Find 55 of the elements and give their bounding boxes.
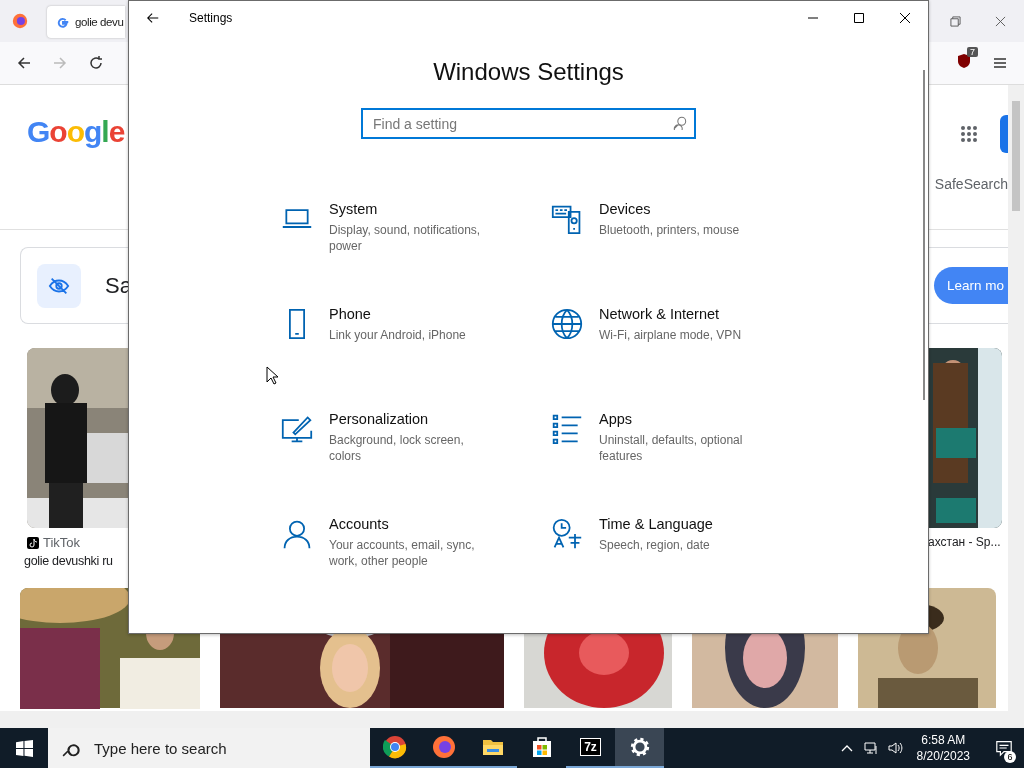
learn-more-button[interactable]: Learn mo <box>934 267 1008 304</box>
result-title[interactable]: golie devushki ru <box>24 554 113 568</box>
notification-badge: 6 <box>1004 751 1016 763</box>
restore-icon[interactable] <box>950 15 961 27</box>
safesearch-label[interactable]: SafeSearch <box>934 176 1008 192</box>
source-label: TikTok <box>43 535 81 550</box>
volume-icon[interactable] <box>886 740 903 756</box>
gear-icon <box>628 736 651 758</box>
apps-grid-icon[interactable] <box>960 125 978 143</box>
app-logo: 7z <box>580 738 601 756</box>
globe-icon <box>551 308 583 340</box>
settings-category[interactable]: Personalization Background, lock screen, colors <box>281 411 551 516</box>
firefox-icon <box>431 735 456 759</box>
google-icon <box>56 15 70 29</box>
settings-category[interactable]: Apps Uninstall, defaults, optional features <box>551 411 821 516</box>
horizontal-scrollbar[interactable] <box>0 711 1024 728</box>
eye-off-icon <box>37 263 81 308</box>
tiktok-icon <box>27 536 39 549</box>
settings-category[interactable]: Devices Bluetooth, printers, mouse <box>551 201 821 306</box>
back-icon[interactable] <box>146 10 160 25</box>
search-icon <box>673 116 687 130</box>
clock-lines-icon <box>551 518 583 550</box>
person-icon <box>281 518 313 550</box>
settings-category[interactable]: Accounts Your accounts, email, sync, work, other people <box>281 516 551 621</box>
scrollbar[interactable] <box>1008 85 1024 711</box>
search-field[interactable]: Find a setting <box>361 108 696 139</box>
windows-logo-icon <box>15 739 33 757</box>
reload-icon[interactable] <box>88 55 104 71</box>
browser-tab[interactable]: golie devu <box>47 6 125 38</box>
sign-in-button[interactable] <box>1000 115 1008 153</box>
window-title: Settings <box>189 10 233 25</box>
clock[interactable]: 6:58 AM 8/20/2023 <box>916 732 970 764</box>
settings-category[interactable]: Time & Language Speech, region, date <box>551 516 821 621</box>
close-icon[interactable] <box>995 15 1006 27</box>
list-icon <box>551 413 583 445</box>
shield-icon[interactable] <box>956 53 972 69</box>
back-icon[interactable] <box>16 55 32 71</box>
search-field[interactable]: Type here to search <box>48 728 370 768</box>
maximize-icon <box>853 11 865 24</box>
page-heading: Windows Settings <box>432 58 625 86</box>
network-icon[interactable] <box>862 740 879 756</box>
result-title[interactable]: ахстан - Sp... <box>928 535 1008 549</box>
taskbar-button[interactable] <box>615 728 664 768</box>
keyboard-speaker-icon <box>551 203 583 235</box>
google-logo[interactable]: Google <box>27 115 125 151</box>
monitor-brush-icon <box>281 413 313 445</box>
settings-category[interactable]: System Display, sound, notifications, power <box>281 201 551 306</box>
chrome-icon <box>382 735 407 759</box>
cursor-icon <box>266 366 278 386</box>
settings-category[interactable]: Network & Internet Wi-Fi, airplane mode, VPN <box>551 306 821 411</box>
close-icon <box>899 11 911 24</box>
menu-icon[interactable] <box>992 55 1008 71</box>
browser-icon[interactable] <box>11 12 29 30</box>
badge: 7 <box>967 47 978 57</box>
settings-category[interactable]: Phone Link your Android, iPhone <box>281 306 551 411</box>
